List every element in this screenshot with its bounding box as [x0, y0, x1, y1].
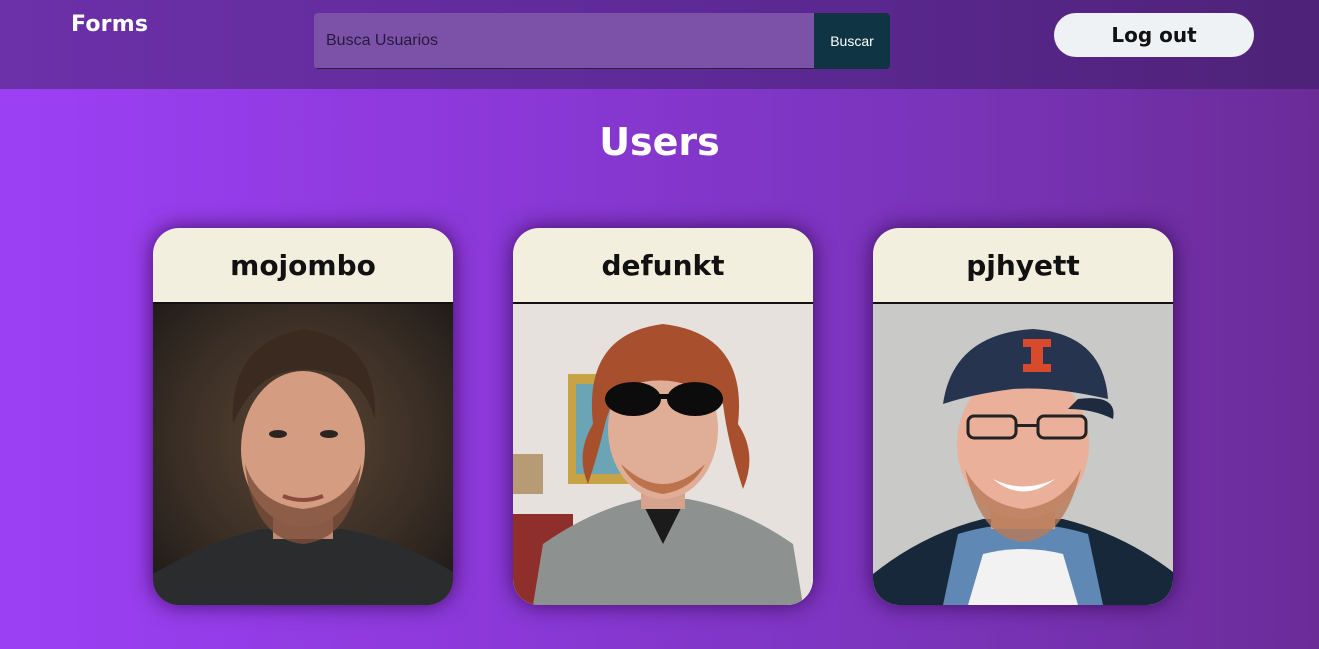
brand-logo[interactable]: Forms	[71, 12, 148, 37]
user-card-name: pjhyett	[873, 228, 1173, 304]
page-title: Users	[599, 120, 720, 164]
user-card[interactable]: pjhyett	[873, 228, 1173, 605]
top-navbar: Forms Buscar Log out	[0, 0, 1319, 89]
user-search-form: Buscar	[314, 13, 890, 69]
user-avatar	[873, 304, 1173, 605]
user-avatar	[513, 304, 813, 605]
search-input[interactable]	[314, 13, 814, 69]
logout-button[interactable]: Log out	[1054, 13, 1254, 57]
user-card-name: mojombo	[153, 228, 453, 304]
user-card[interactable]: mojombo	[153, 228, 453, 605]
user-card-name: defunkt	[513, 228, 813, 304]
user-card[interactable]: defunkt	[513, 228, 813, 605]
user-avatar	[153, 304, 453, 605]
search-button[interactable]: Buscar	[814, 13, 890, 69]
